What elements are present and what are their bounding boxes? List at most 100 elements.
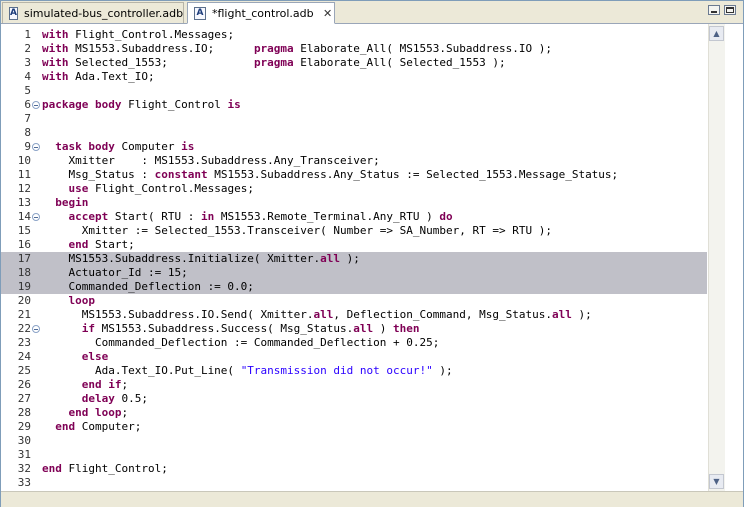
code-text: Commanded_Deflection := 0.0;	[42, 280, 254, 293]
line-number: 5	[24, 84, 31, 97]
code-line[interactable]: 13 begin	[1, 196, 707, 210]
code-line[interactable]: 19 Commanded_Deflection := 0.0;	[1, 280, 707, 294]
code-line[interactable]: 32 end Flight_Control;	[1, 462, 707, 476]
code-line[interactable]: 8	[1, 126, 707, 140]
close-tab-icon[interactable]: ✕	[322, 7, 334, 20]
code-line[interactable]: 14 accept Start( RTU : in MS1553.Remote_…	[1, 210, 707, 224]
line-number: 12	[17, 182, 31, 195]
line-number: 31	[17, 448, 31, 461]
code-text: MS1553.Subaddress.IO.Send( Xmitter.all, …	[42, 308, 592, 321]
line-number: 9	[24, 140, 31, 153]
code-line[interactable]: 15 Xmitter := Selected_1553.Transceiver(…	[1, 224, 707, 238]
scroll-up-button[interactable]: ▲	[709, 26, 724, 41]
code-line[interactable]: 33	[1, 476, 707, 490]
code-line[interactable]: 21 MS1553.Subaddress.IO.Send( Xmitter.al…	[1, 308, 707, 322]
line-number: 23	[17, 336, 31, 349]
line-number: 3	[24, 56, 31, 69]
line-number: 26	[17, 378, 31, 391]
code-text: loop	[68, 294, 96, 307]
tab-label: *flight_control.adb	[212, 6, 314, 20]
line-number: 22	[17, 322, 31, 335]
code-line[interactable]: 16 end Start;	[1, 238, 707, 252]
code-line[interactable]: 9 task body Computer is	[1, 140, 707, 154]
ada-file-icon: A	[9, 6, 18, 20]
code-line[interactable]: 29 end Computer;	[1, 420, 707, 434]
editor-window: A simulated-bus_controller.adb A *flight…	[0, 0, 744, 507]
line-number: 8	[24, 126, 31, 139]
line-number: 11	[17, 168, 31, 181]
code-line[interactable]: 20 loop	[1, 294, 707, 308]
code-line[interactable]: 11 Msg_Status : constant MS1553.Subaddre…	[1, 168, 707, 182]
code-text: use Flight_Control.Messages;	[68, 182, 254, 195]
code-line[interactable]: 24 else	[1, 350, 707, 364]
code-line[interactable]: 22 if MS1553.Subaddress.Success( Msg_Sta…	[1, 322, 707, 336]
code-text: Xmitter : MS1553.Subaddress.Any_Transcei…	[42, 154, 380, 167]
line-number: 4	[24, 70, 31, 83]
line-number: 1	[24, 28, 31, 41]
code-text: task body Computer is	[55, 140, 195, 153]
code-text: with Flight_Control.Messages;	[42, 28, 235, 41]
code-text: end loop;	[68, 406, 129, 419]
code-text: end if;	[81, 378, 129, 391]
code-line[interactable]: 4 with Ada.Text_IO;	[1, 70, 707, 84]
code-text: else	[81, 350, 109, 363]
code-line[interactable]: 17 MS1553.Subaddress.Initialize( Xmitter…	[1, 252, 707, 266]
code-text: delay 0.5;	[81, 392, 148, 405]
tab-simulated-bus-controller[interactable]: A simulated-bus_controller.adb	[2, 2, 184, 23]
line-number: 20	[17, 294, 31, 307]
code-text: end Computer;	[55, 420, 142, 433]
code-line[interactable]: 12 use Flight_Control.Messages;	[1, 182, 707, 196]
code-text: MS1553.Subaddress.Initialize( Xmitter.al…	[42, 252, 360, 265]
tab-label: simulated-bus_controller.adb	[23, 6, 184, 20]
collapse-fold-icon[interactable]	[32, 143, 40, 151]
code-line[interactable]: 3 with Selected_1553; pragma Elaborate_Al…	[1, 56, 707, 70]
code-text: with Ada.Text_IO;	[42, 70, 155, 83]
code-text: end Start;	[68, 238, 135, 251]
minimize-button[interactable]	[708, 5, 720, 15]
code-line[interactable]: 25 Ada.Text_IO.Put_Line( "Transmission d…	[1, 364, 707, 378]
line-number: 33	[17, 476, 31, 489]
code-line[interactable]: 26 end if;	[1, 378, 707, 392]
code-line[interactable]: 18 Actuator_Id := 15;	[1, 266, 707, 280]
code-text: Xmitter := Selected_1553.Transceiver( Nu…	[42, 224, 552, 237]
line-number: 14	[17, 210, 31, 223]
line-number: 18	[17, 266, 31, 279]
code-line[interactable]: 2 with MS1553.Subaddress.IO; pragma Elabo…	[1, 42, 707, 56]
line-number: 27	[17, 392, 31, 405]
code-line[interactable]: 5	[1, 84, 707, 98]
code-line[interactable]: 1 with Flight_Control.Messages;	[1, 28, 707, 42]
collapse-fold-icon[interactable]	[32, 213, 40, 221]
editor-tab-bar: A simulated-bus_controller.adb A *flight…	[1, 1, 743, 24]
vertical-scrollbar[interactable]: ▲ ▼	[708, 24, 725, 491]
code-line[interactable]: 6 package body Flight_Control is	[1, 98, 707, 112]
code-editor[interactable]: 1 with Flight_Control.Messages; 2 with MS15…	[1, 24, 707, 498]
maximize-button[interactable]	[724, 5, 736, 15]
tab-flight-control[interactable]: A *flight_control.adb ✕	[187, 2, 335, 24]
line-number: 17	[17, 252, 31, 265]
code-line[interactable]: 10 Xmitter : MS1553.Subaddress.Any_Trans…	[1, 154, 707, 168]
code-line[interactable]: 23 Commanded_Deflection := Commanded_Def…	[1, 336, 707, 350]
line-number: 2	[24, 42, 31, 55]
code-text: Msg_Status : constant MS1553.Subaddress.…	[42, 168, 619, 181]
collapse-fold-icon[interactable]	[32, 325, 40, 333]
code-text: with MS1553.Subaddress.IO; pragma Elabor…	[42, 42, 552, 55]
code-line[interactable]: 27 delay 0.5;	[1, 392, 707, 406]
code-text: Actuator_Id := 15;	[42, 266, 188, 279]
line-number: 21	[17, 308, 31, 321]
code-text: begin	[55, 196, 89, 209]
code-text: if MS1553.Subaddress.Success( Msg_Status…	[81, 322, 420, 335]
code-line[interactable]: 28 end loop;	[1, 406, 707, 420]
code-line[interactable]: 31	[1, 448, 707, 462]
scroll-down-button[interactable]: ▼	[709, 474, 724, 489]
code-text: Commanded_Deflection := Commanded_Deflec…	[42, 336, 440, 349]
bottom-bar	[1, 491, 743, 507]
code-line[interactable]: 30	[1, 434, 707, 448]
line-number: 25	[17, 364, 31, 377]
code-text: package body Flight_Control is	[42, 98, 241, 111]
ada-file-icon: A	[194, 6, 206, 20]
collapse-fold-icon[interactable]	[32, 101, 40, 109]
line-number: 29	[17, 420, 31, 433]
code-line[interactable]: 7	[1, 112, 707, 126]
line-number: 15	[17, 224, 31, 237]
line-number: 24	[17, 350, 31, 363]
